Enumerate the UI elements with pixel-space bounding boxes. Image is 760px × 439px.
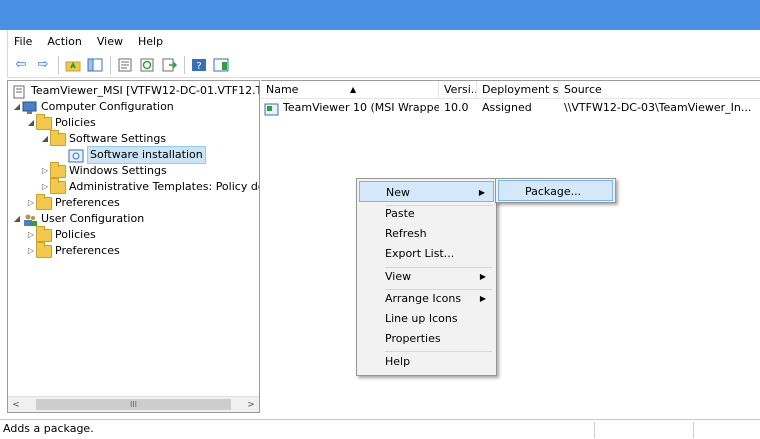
- gpo-document-icon: [12, 85, 28, 98]
- cell-name: TeamViewer 10 (MSI Wrapper): [261, 100, 439, 116]
- expanded-arrow-icon[interactable]: ◢: [40, 131, 50, 147]
- submenu-arrow-icon: ▶: [479, 294, 486, 303]
- submenu-arrow-icon: ▶: [478, 188, 485, 197]
- tree-horizontal-scrollbar[interactable]: < III >: [8, 396, 259, 412]
- tree-item-label: User Configuration: [41, 212, 145, 225]
- tree-item-policies[interactable]: ◢ Policies: [26, 113, 96, 131]
- tree-item-label: Preferences: [55, 244, 120, 257]
- column-header-deployment-state[interactable]: Deployment st...: [477, 81, 559, 99]
- tree-item-user-configuration[interactable]: ◢ User Configuration: [12, 211, 144, 227]
- tree-item-label: Administrative Templates: Policy def: [69, 180, 260, 193]
- help-icon[interactable]: ?: [190, 56, 208, 74]
- context-menu: New ▶ Paste Refresh Export List... View …: [356, 178, 497, 376]
- column-header-name[interactable]: Name ▲: [261, 81, 439, 99]
- expanded-arrow-icon[interactable]: ◢: [12, 211, 22, 227]
- toolbar-separator: [184, 55, 185, 74]
- tree-item-label: Policies: [55, 228, 96, 241]
- context-menu-export-list[interactable]: Export List...: [359, 243, 494, 264]
- back-arrow-icon[interactable]: ⇦: [12, 56, 30, 74]
- context-menu-view[interactable]: View ▶: [359, 266, 494, 287]
- tree-item-label: Software Settings: [69, 132, 167, 145]
- svg-text:?: ?: [196, 61, 201, 72]
- menu-bar: File Action View Help: [7, 30, 760, 52]
- console-tree: TeamViewer_MSI [VTFW12-DC-01.VTF12.TEAMV…: [7, 80, 260, 413]
- cell-deployment-state: Assigned: [482, 101, 532, 114]
- forward-arrow-icon[interactable]: ⇨: [34, 56, 52, 74]
- submenu-arrow-icon: ▶: [479, 272, 486, 281]
- column-header-source[interactable]: Source: [559, 81, 760, 99]
- context-menu-line-up-icons[interactable]: Line up Icons: [359, 308, 494, 329]
- menu-action[interactable]: Action: [45, 34, 83, 49]
- context-menu-arrange-icons[interactable]: Arrange Icons ▶: [359, 288, 494, 309]
- toolbar-separator: [110, 55, 111, 74]
- up-folder-icon[interactable]: [64, 56, 82, 74]
- collapsed-arrow-icon[interactable]: ▷: [26, 243, 36, 259]
- toolbar: ⇦ ⇨ ?: [7, 52, 760, 78]
- submenu-package[interactable]: Package...: [498, 180, 613, 201]
- status-divider: [693, 422, 694, 438]
- tree-item-label: Policies: [55, 116, 96, 129]
- menu-help[interactable]: Help: [136, 34, 165, 49]
- export-list-icon[interactable]: [160, 56, 178, 74]
- collapsed-arrow-icon[interactable]: ▷: [26, 227, 36, 243]
- msi-package-icon: [264, 102, 280, 115]
- refresh-icon[interactable]: [138, 56, 156, 74]
- tree-item-windows-settings[interactable]: ▷ Windows Settings: [40, 161, 167, 179]
- status-bar: Adds a package.: [0, 419, 760, 439]
- folder-icon: [36, 193, 52, 210]
- context-menu-paste[interactable]: Paste: [359, 203, 494, 224]
- scroll-thumb[interactable]: III: [36, 399, 231, 410]
- tree-item-label: Preferences: [55, 196, 120, 209]
- context-menu-help[interactable]: Help: [359, 351, 494, 372]
- cell-source: \\VTFW12-DC-03\TeamViewer_In...: [564, 101, 752, 114]
- tree-item-label: Computer Configuration: [41, 100, 174, 113]
- properties-icon[interactable]: [116, 56, 134, 74]
- expanded-arrow-icon[interactable]: ◢: [12, 99, 22, 115]
- folder-icon: [50, 129, 66, 146]
- users-icon: [22, 213, 38, 226]
- show-hide-tree-icon[interactable]: [86, 56, 104, 74]
- computer-icon: [22, 101, 38, 114]
- context-menu-new[interactable]: New ▶: [359, 181, 494, 202]
- window-titlebar: [0, 0, 760, 30]
- tree-item-preferences[interactable]: ▷ Preferences: [26, 193, 120, 211]
- tree-root-label: TeamViewer_MSI [VTFW12-DC-01.VTF12.TEAMV: [31, 84, 259, 97]
- menu-file[interactable]: File: [12, 34, 34, 49]
- tree-item-label: Windows Settings: [69, 164, 167, 177]
- scroll-left-button[interactable]: <: [8, 397, 24, 412]
- tree-root[interactable]: TeamViewer_MSI [VTFW12-DC-01.VTF12.TEAMV: [12, 83, 259, 99]
- new-submenu: Package...: [495, 178, 616, 203]
- tree-item-software-settings[interactable]: ◢ Software Settings: [40, 129, 167, 147]
- status-text: Adds a package.: [3, 422, 94, 435]
- status-divider: [594, 422, 595, 438]
- action-pane-icon[interactable]: [212, 56, 230, 74]
- cell-version: 10.0: [444, 101, 469, 114]
- tree-item-administrative-templates[interactable]: ▷ Administrative Templates: Policy def: [40, 177, 260, 195]
- collapsed-arrow-icon[interactable]: ▷: [26, 195, 36, 211]
- toolbar-separator: [58, 55, 59, 74]
- software-installation-icon: [68, 149, 84, 162]
- expanded-arrow-icon[interactable]: ◢: [26, 115, 36, 131]
- tree-item-user-preferences[interactable]: ▷ Preferences: [26, 241, 120, 259]
- folder-icon: [50, 161, 66, 178]
- tree-item-software-installation[interactable]: Software installation: [68, 146, 206, 164]
- folder-icon: [36, 113, 52, 130]
- collapsed-arrow-icon[interactable]: ▷: [40, 163, 50, 179]
- column-header-version[interactable]: Versi...: [439, 81, 477, 99]
- folder-icon: [50, 177, 66, 194]
- tree-item-label: Software installation: [87, 146, 206, 164]
- context-menu-refresh[interactable]: Refresh: [359, 223, 494, 244]
- sort-ascending-icon: ▲: [350, 85, 357, 94]
- results-list: Name ▲ Versi... Deployment st... Source …: [261, 80, 760, 413]
- folder-icon: [36, 225, 52, 242]
- menu-view[interactable]: View: [95, 34, 125, 49]
- scroll-right-button[interactable]: >: [243, 397, 259, 412]
- context-menu-properties[interactable]: Properties: [359, 328, 494, 349]
- folder-icon: [36, 241, 52, 258]
